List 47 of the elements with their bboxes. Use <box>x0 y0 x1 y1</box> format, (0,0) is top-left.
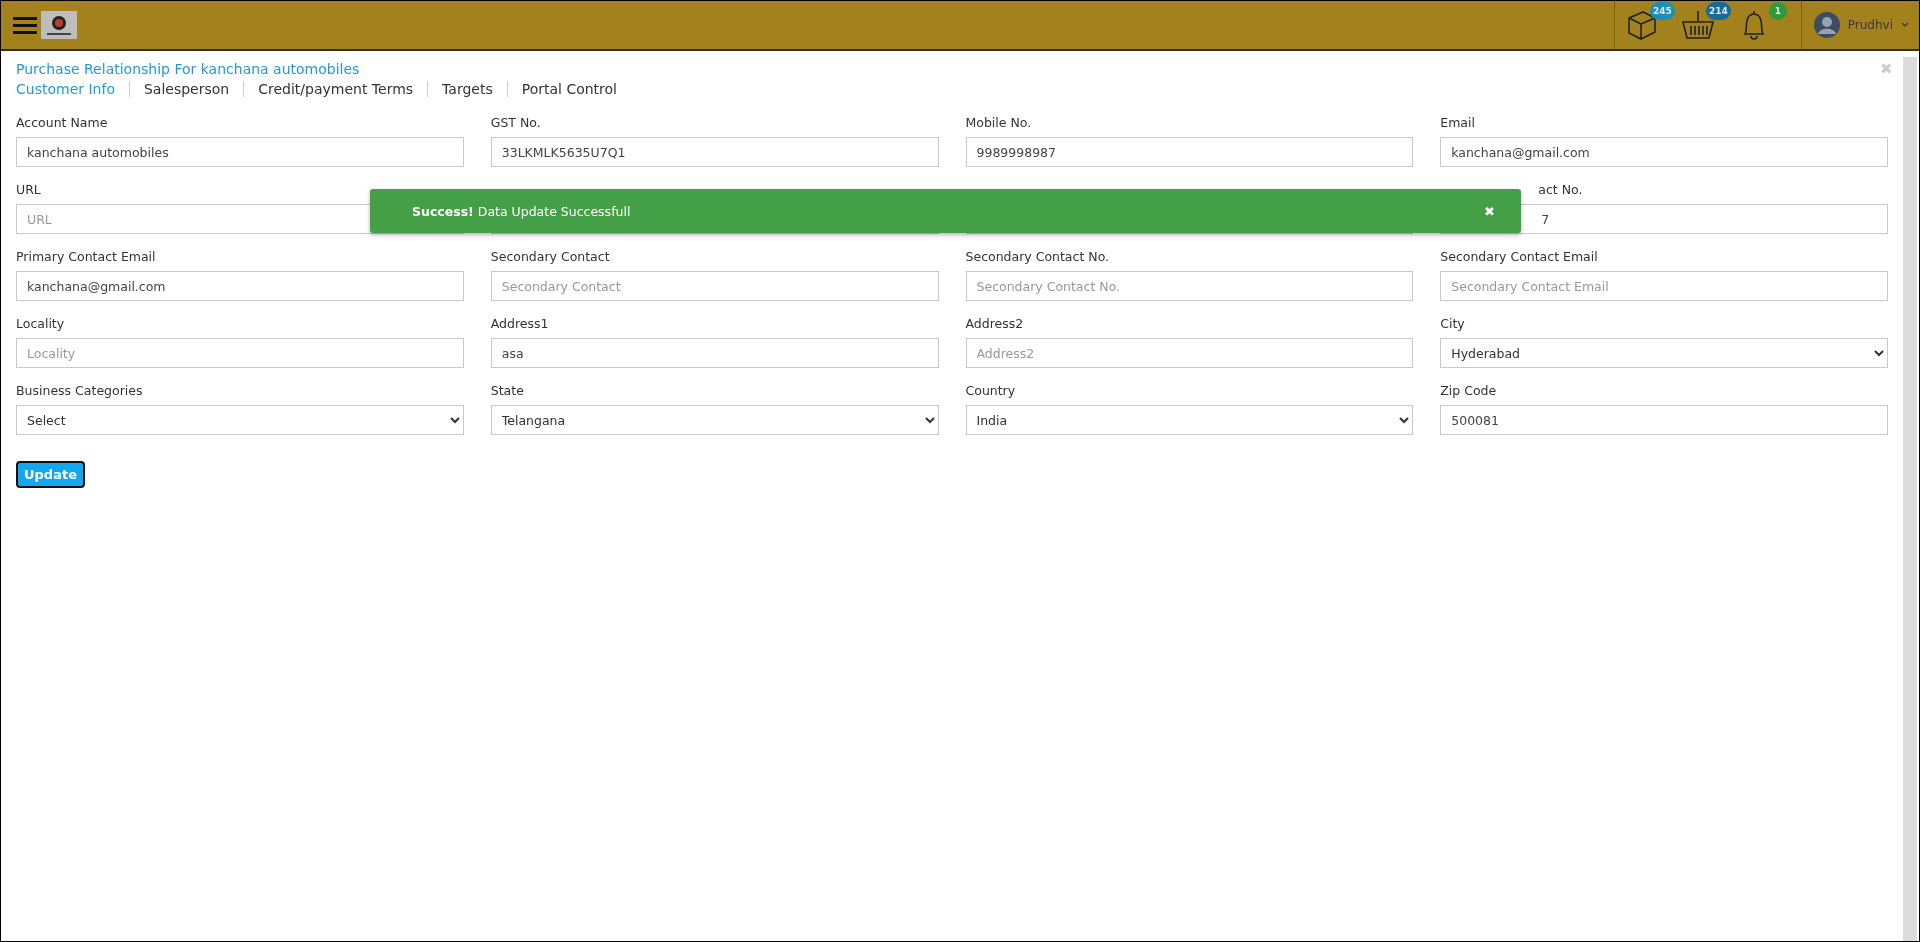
menu-icon[interactable] <box>13 16 37 34</box>
count-badge: 245 <box>1649 2 1675 20</box>
tab[interactable]: Portal Control <box>507 81 631 97</box>
field-label: City <box>1440 316 1466 331</box>
input-field[interactable]: asa <box>490 338 939 368</box>
count-badge: 1 <box>1768 2 1787 20</box>
field-label: Business Categories <box>16 383 144 398</box>
scrollbar[interactable] <box>1903 57 1917 941</box>
logo-icon <box>41 11 77 39</box>
field-label: Address2 <box>965 316 1025 331</box>
input-field[interactable]: kanchana@gmail.com <box>1440 137 1888 167</box>
page-title: Purchase Relationship For kanchana automobiles <box>16 61 360 77</box>
field-label: Locality <box>16 316 66 331</box>
field-label: Country <box>965 383 1017 398</box>
input-field[interactable]: Locality <box>16 338 464 368</box>
field-label: Mobile No. <box>965 115 1033 130</box>
input-field[interactable]: 33LKMLK5635U7Q1 <box>490 137 939 167</box>
select-field[interactable]: Hyderabad <box>1440 338 1888 368</box>
input-field[interactable]: kanchana@gmail.com <box>16 271 464 301</box>
tab[interactable]: Salesperson <box>129 81 245 97</box>
tab[interactable]: Targets <box>428 81 508 97</box>
chevron-down-icon[interactable] <box>1901 22 1909 28</box>
field-label: Secondary Contact <box>490 249 611 264</box>
input-field[interactable]: Address2 <box>965 338 1414 368</box>
field-label: Address1 <box>490 316 550 331</box>
field-label: Zip Code <box>1440 383 1498 398</box>
field-label: act No. <box>1537 182 1584 197</box>
select-field[interactable]: Telangana <box>490 405 939 435</box>
count-badge: 214 <box>1705 2 1731 20</box>
field-label: Email <box>1440 115 1476 130</box>
field-label: State <box>490 383 525 398</box>
field-label: Account Name <box>16 115 109 130</box>
field-label: Secondary Contact Email <box>1440 249 1599 264</box>
select-field[interactable]: India <box>965 405 1414 435</box>
avatar-icon[interactable] <box>1813 12 1840 38</box>
select-field[interactable]: Select <box>16 405 464 435</box>
input-field[interactable]: Secondary Contact <box>490 271 939 301</box>
field-label: Primary Contact Email <box>16 249 157 264</box>
input-field[interactable]: Secondary Contact Email <box>1440 271 1888 301</box>
field-label: Secondary Contact No. <box>965 249 1111 264</box>
input-field[interactable]: Secondary Contact No. <box>965 271 1414 301</box>
input-field[interactable]: 9989998987 <box>965 137 1414 167</box>
input-field[interactable]: kanchana automobiles <box>16 137 464 167</box>
input-field[interactable]: 500081 <box>1440 405 1888 435</box>
tab[interactable]: Credit/payment Terms <box>244 81 429 97</box>
field-label: GST No. <box>490 115 542 130</box>
field-label: URL <box>16 182 42 197</box>
